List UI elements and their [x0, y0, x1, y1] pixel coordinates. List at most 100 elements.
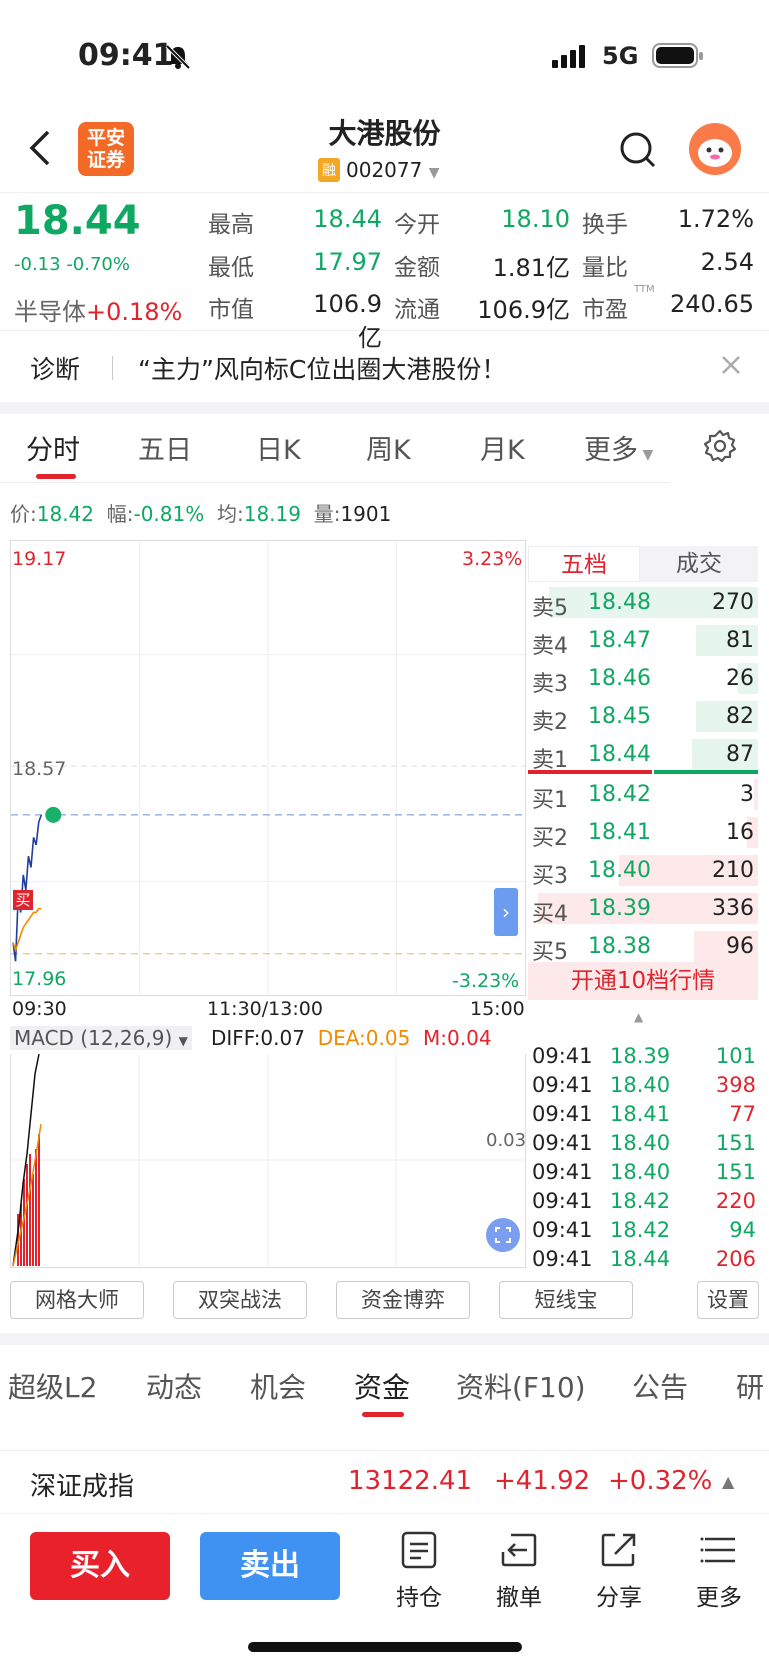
- tools-settings-button[interactable]: 设置: [697, 1281, 759, 1319]
- tab-monthly-k[interactable]: 月K: [480, 428, 525, 467]
- macd-header: MACD (12,26,9) ▼ DIFF:0.07 DEA:0.05 M:0.…: [10, 1026, 492, 1050]
- tab-weekly-k[interactable]: 周K: [366, 428, 411, 467]
- divider: [0, 192, 769, 193]
- quote-value: 106.9亿: [477, 296, 570, 324]
- bid-row[interactable]: 买5 18.38 96: [528, 928, 758, 965]
- tick-time: 09:41: [532, 1218, 593, 1242]
- expand-panel-handle[interactable]: ›: [494, 888, 518, 936]
- orderbook-vol: 87: [726, 742, 754, 767]
- short-term-button[interactable]: 短线宝: [499, 1281, 633, 1319]
- bid-row[interactable]: 买1 18.42 3: [528, 776, 758, 813]
- caret-down-icon: ▼: [638, 447, 654, 463]
- tab-news[interactable]: 动态: [146, 1366, 202, 1406]
- bid-row[interactable]: 买3 18.40 210: [528, 852, 758, 889]
- tick-row: 09:41 18.41 77: [530, 1100, 758, 1129]
- caret-up-icon[interactable]: ▲: [634, 1010, 643, 1024]
- tab-research[interactable]: 研: [736, 1366, 769, 1406]
- tab-intraday[interactable]: 分时: [26, 428, 80, 467]
- time-axis-end: 15:00: [470, 998, 525, 1020]
- network-type: 5G: [602, 42, 639, 70]
- orderbook-vol: 3: [740, 782, 754, 807]
- pct-axis-min: -3.23%: [452, 970, 520, 992]
- caret-down-icon: ▼: [178, 1034, 188, 1048]
- tick-row: 09:41 18.39 101: [530, 1042, 758, 1071]
- tick-vol: 220: [715, 1189, 756, 1213]
- tick-price: 18.42: [610, 1218, 671, 1242]
- share-button[interactable]: 分享: [584, 1530, 654, 1612]
- quote-label: 量比: [582, 255, 628, 281]
- cancel-order-button[interactable]: 撤单: [484, 1530, 554, 1612]
- close-icon[interactable]: [720, 354, 742, 376]
- tick-vol: 398: [715, 1073, 756, 1097]
- tick-vol: 151: [715, 1131, 756, 1155]
- ask-row[interactable]: 卖4 18.47 81: [528, 622, 758, 659]
- orderbook-vol: 16: [726, 820, 754, 845]
- grid-master-button[interactable]: 网格大师: [10, 1281, 144, 1319]
- sell-button[interactable]: 卖出: [200, 1532, 340, 1600]
- avatar[interactable]: [688, 122, 742, 176]
- tick-price: 18.40: [610, 1160, 671, 1184]
- tab-more[interactable]: 更多 ▼: [584, 428, 653, 467]
- tick-row: 09:41 18.42 220: [530, 1187, 758, 1216]
- orderbook-label: 卖5: [532, 596, 568, 621]
- margin-badge: 融: [318, 158, 340, 182]
- dual-breakout-button[interactable]: 双突战法: [173, 1281, 307, 1319]
- tick-row: 09:41 18.40 151: [530, 1129, 758, 1158]
- quote-label: 换手: [582, 212, 628, 238]
- home-indicator: [248, 1642, 522, 1652]
- buy-button[interactable]: 买入: [30, 1532, 170, 1600]
- quote-value: 18.10: [501, 205, 570, 233]
- tab-five-day[interactable]: 五日: [138, 428, 192, 467]
- bid-row[interactable]: 买2 18.41 16: [528, 814, 758, 851]
- orderbook-label: 买2: [532, 826, 568, 851]
- ask-row[interactable]: 卖3 18.46 26: [528, 660, 758, 697]
- tab-announcements[interactable]: 公告: [632, 1366, 688, 1406]
- ask-row[interactable]: 卖5 18.48 270: [528, 584, 758, 621]
- caret-up-icon[interactable]: ▲: [722, 1472, 734, 1491]
- tab-capital[interactable]: 资金: [354, 1366, 410, 1406]
- gear-icon[interactable]: [702, 428, 738, 464]
- bid-row[interactable]: 买4 18.39 336: [528, 890, 758, 927]
- orderbook-price: 18.40: [588, 858, 651, 883]
- tick-vol: 77: [729, 1102, 756, 1126]
- orderbook-label: 买3: [532, 864, 568, 889]
- orderbook-vol: 210: [712, 858, 754, 883]
- orderbook-label: 买5: [532, 940, 568, 965]
- stock-code-selector[interactable]: 融 002077 ▼: [318, 158, 440, 182]
- orderbook-label: 卖3: [532, 672, 568, 697]
- sector-change[interactable]: 半导体+0.18%: [14, 292, 182, 327]
- tab-five-levels[interactable]: 五档: [528, 546, 640, 582]
- ask-row[interactable]: 卖2 18.45 82: [528, 698, 758, 735]
- orderbook-vol: 336: [712, 896, 754, 921]
- tab-opportunity[interactable]: 机会: [250, 1366, 306, 1406]
- quote-label: 金额: [394, 255, 440, 281]
- orderbook-price: 18.42: [588, 782, 651, 807]
- macd-chart[interactable]: [10, 1053, 526, 1268]
- orderbook-vol: 270: [712, 590, 754, 615]
- holdings-button[interactable]: 持仓: [384, 1530, 454, 1612]
- intraday-chart[interactable]: [10, 540, 526, 996]
- signal-icon: [552, 45, 585, 68]
- quote-value: 17.97: [313, 248, 382, 276]
- tab-super-l2[interactable]: 超级L2: [8, 1366, 97, 1406]
- fund-game-button[interactable]: 资金博弈: [336, 1281, 470, 1319]
- tick-price: 18.39: [610, 1044, 671, 1068]
- section-gap: [0, 1333, 769, 1345]
- ask-row[interactable]: 卖1 18.44 87: [528, 736, 758, 773]
- tick-vol: 206: [715, 1247, 756, 1271]
- orderbook-label: 卖4: [532, 634, 568, 659]
- index-change-pct: +0.32%: [608, 1466, 713, 1496]
- more-button[interactable]: 更多: [684, 1530, 754, 1612]
- tab-f10[interactable]: 资料(F10): [456, 1366, 586, 1406]
- tick-time: 09:41: [532, 1102, 593, 1126]
- divider: [112, 356, 113, 380]
- fullscreen-icon[interactable]: [486, 1218, 520, 1252]
- tab-trades[interactable]: 成交: [640, 546, 758, 582]
- tick-time: 09:41: [532, 1044, 593, 1068]
- current-price-dot: [45, 806, 62, 823]
- diagnosis-text[interactable]: “主力”风向标C位出圈大港股份！: [138, 350, 506, 386]
- upgrade-10-level-button[interactable]: 开通10档行情: [528, 962, 758, 1000]
- macd-selector[interactable]: MACD (12,26,9) ▼: [10, 1026, 192, 1050]
- search-icon[interactable]: [618, 130, 658, 170]
- tab-daily-k[interactable]: 日K: [256, 428, 301, 467]
